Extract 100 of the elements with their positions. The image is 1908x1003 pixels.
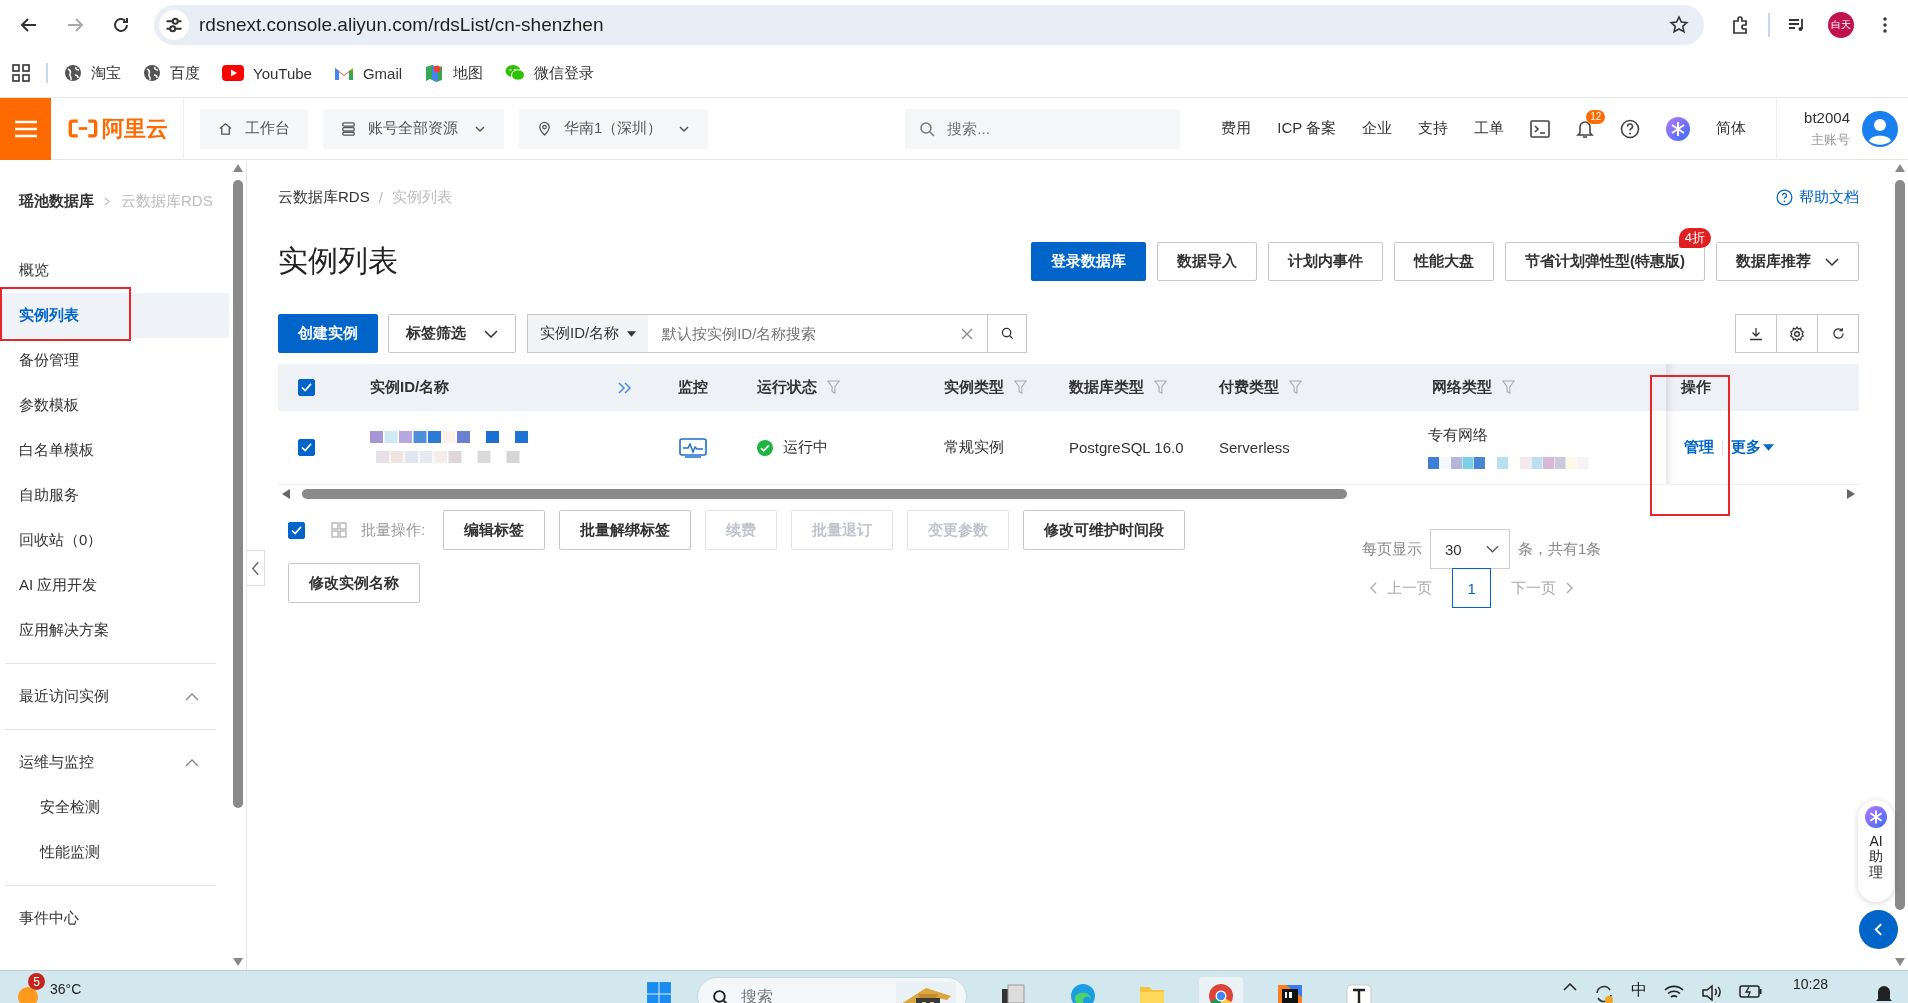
monitor-chart-icon[interactable]	[679, 437, 707, 458]
sidebar-item[interactable]: 参数模板	[0, 383, 229, 428]
search-field[interactable]: 搜索...	[905, 108, 1181, 149]
sparkle-icon	[1865, 806, 1887, 828]
tag-filter-dropdown[interactable]: 标签筛选	[388, 314, 516, 353]
menu-button[interactable]	[0, 97, 51, 160]
settings-icon	[1789, 325, 1805, 342]
terminal-icon[interactable]	[1530, 119, 1551, 138]
action-button[interactable]: 数据导入	[1157, 242, 1257, 281]
create-button[interactable]: 创建实例	[278, 314, 378, 353]
notification-badge: 12	[1586, 109, 1606, 124]
user-name[interactable]: bt2004	[1804, 108, 1850, 126]
globe-icon	[64, 64, 82, 82]
batch-button[interactable]: 修改实例名称	[288, 563, 420, 603]
nav-dropdown[interactable]: 工作台	[200, 108, 308, 149]
breadcrumb-link[interactable]: 瑶池数据库	[19, 191, 94, 211]
bookmark-link[interactable]: Gmail	[362, 64, 403, 82]
check-circle-icon	[757, 439, 773, 456]
bookmark-link[interactable]: 微信登录	[534, 63, 595, 83]
ai-assistant-button[interactable]: AI 助理	[1858, 800, 1894, 902]
nav-link[interactable]: 企业	[1362, 119, 1393, 138]
page-title: 实例列表	[278, 243, 398, 279]
search-field[interactable]: 实例ID/名称 默认按实例ID/名称搜索	[527, 314, 1027, 353]
nav-link[interactable]: 费用	[1221, 119, 1252, 138]
status-text: 运行中	[783, 438, 828, 457]
sidebar-item[interactable]: 安全检测	[0, 785, 229, 830]
batch-button[interactable]: 编辑标签	[443, 510, 546, 550]
check-icon	[301, 443, 312, 452]
sidebar-group[interactable]: 运维与监控	[0, 740, 229, 785]
batch-button[interactable]: 修改可维护时间段	[1023, 510, 1186, 550]
help-link[interactable]: 帮助文档	[1799, 187, 1859, 207]
action-button[interactable]: 数据库推荐	[1716, 242, 1859, 281]
scroll-left-icon[interactable]	[282, 488, 290, 499]
sidebar-item[interactable]: 回收站（0）	[0, 518, 229, 563]
input-method-indicator[interactable]: 中	[1630, 980, 1647, 1001]
sidebar-group[interactable]: 最近访问实例	[0, 674, 229, 719]
search-scope-dropdown[interactable]: 实例ID/名称	[528, 315, 649, 352]
clock-time[interactable]: 10:28	[1792, 976, 1828, 992]
action-button[interactable]: 计划内事件	[1268, 242, 1383, 281]
profile-avatar[interactable]: 白天	[1828, 11, 1854, 38]
nav-dropdown[interactable]: 华南1（深圳）	[519, 108, 709, 149]
sidebar-item[interactable]: 应用解决方案	[0, 608, 229, 653]
bookmark-link[interactable]: YouTube	[253, 64, 312, 82]
scroll-down-icon[interactable]	[1895, 958, 1905, 966]
nav-link[interactable]: ICP 备案	[1277, 119, 1337, 138]
more-menu-link[interactable]: 更多	[1731, 438, 1774, 457]
nav-link[interactable]: 工单	[1474, 119, 1505, 138]
double-chevron-icon[interactable]	[618, 381, 632, 394]
collapse-button[interactable]	[247, 550, 265, 586]
search-input[interactable]: 搜索...	[945, 119, 1150, 138]
bookmark-link[interactable]: 百度	[170, 63, 200, 83]
star-icon[interactable]	[1669, 14, 1689, 35]
logo-icon	[68, 119, 98, 138]
row-checkbox[interactable]	[298, 439, 315, 456]
scroll-up-icon[interactable]	[232, 164, 243, 172]
battery-icon[interactable]	[1738, 983, 1763, 999]
column-header: 操作	[1681, 378, 1711, 397]
bell-icon[interactable]	[1576, 118, 1595, 139]
nav-link[interactable]: 支持	[1418, 119, 1449, 138]
play-icon	[222, 65, 244, 81]
speaker-icon[interactable]	[1700, 983, 1723, 1001]
batch-checkbox[interactable]	[288, 521, 305, 539]
batch-button[interactable]: 批量解绑标签	[559, 510, 692, 550]
scroll-up-icon[interactable]	[1895, 164, 1905, 172]
sidebar-item[interactable]: 性能监测	[0, 830, 229, 875]
settings-button[interactable]	[1776, 314, 1818, 353]
avatar-icon[interactable]	[1862, 110, 1898, 147]
scroll-down-icon[interactable]	[232, 958, 243, 966]
apps-icon[interactable]	[12, 64, 30, 82]
nav-dropdown[interactable]: 账号全部资源	[323, 108, 504, 149]
sidebar-item[interactable]: 事件中心	[0, 896, 229, 941]
sidebar-item[interactable]: AI 应用开发	[0, 563, 229, 608]
sidebar-item[interactable]: 白名单模板	[0, 428, 229, 473]
action-button[interactable]: 登录数据库	[1031, 242, 1146, 281]
windows-start-icon[interactable]	[646, 981, 672, 1003]
sidebar-item[interactable]: 实例列表	[0, 293, 229, 338]
notification-icon[interactable]	[1874, 983, 1894, 1003]
action-button[interactable]: 性能大盘	[1394, 242, 1494, 281]
manage-link[interactable]: 管理	[1684, 438, 1714, 457]
page-size-label: 每页显示	[1362, 539, 1422, 559]
chevron-up-icon[interactable]	[1562, 983, 1577, 991]
breadcrumb-link[interactable]: 云数据库RDS	[278, 187, 370, 207]
sidebar-item[interactable]: 自助服务	[0, 473, 229, 518]
page-button[interactable]: 1	[1452, 568, 1492, 608]
help-icon[interactable]	[1620, 118, 1641, 139]
back-button[interactable]	[1859, 910, 1898, 949]
sparkle-icon[interactable]	[1666, 116, 1691, 141]
nav-link[interactable]: 简体	[1716, 119, 1747, 138]
scroll-right-icon[interactable]	[1847, 488, 1855, 499]
clear-icon[interactable]	[961, 327, 973, 340]
address-bar[interactable]: rdsnext.console.aliyun.com/rdsList/cn-shenzhen	[154, 4, 1704, 45]
caret-down-icon	[1763, 444, 1774, 451]
bookmark-link[interactable]: 地图	[453, 63, 484, 83]
wifi-icon[interactable]	[1662, 983, 1685, 1001]
select-all-checkbox[interactable]	[298, 379, 315, 396]
sidebar-item[interactable]: 概览	[0, 248, 229, 293]
sidebar-item[interactable]: 备份管理	[0, 338, 229, 383]
refresh-button[interactable]	[1817, 314, 1859, 353]
tune-icon[interactable]	[159, 9, 189, 40]
bookmark-link[interactable]: 淘宝	[91, 63, 121, 83]
